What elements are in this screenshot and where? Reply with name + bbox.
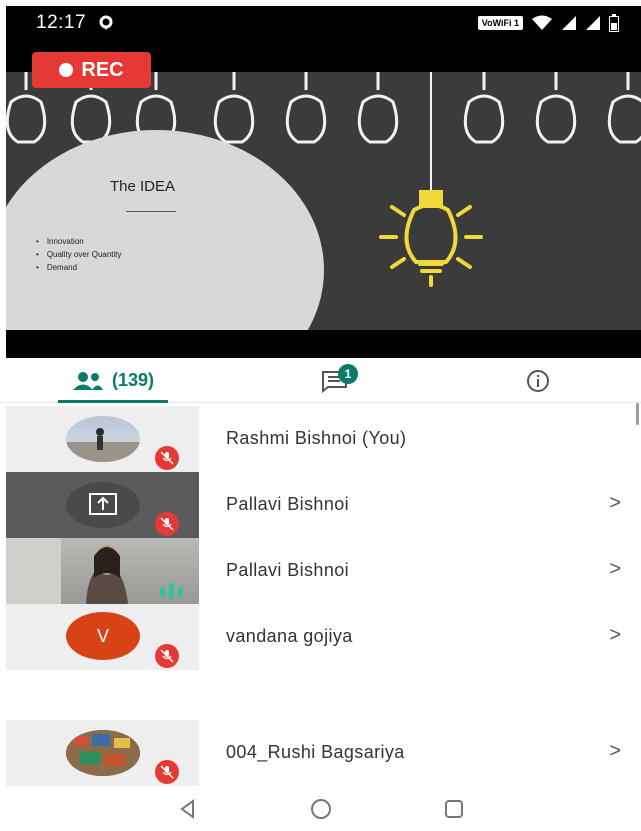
screen-share-icon <box>89 493 117 515</box>
recording-indicator: REC <box>32 52 151 88</box>
participant-name: Pallavi Bishnoi <box>226 494 350 514</box>
participant-row[interactable]: V vandana gojiya > <box>6 604 641 670</box>
participant-list[interactable]: Rashmi Bishnoi (You) Pallavi Bishnoi > P… <box>0 403 641 786</box>
wifi-icon <box>532 15 552 30</box>
status-time: 12:17 <box>36 12 87 33</box>
people-icon <box>72 371 103 390</box>
avatar <box>66 730 140 776</box>
tab-info[interactable] <box>518 358 558 403</box>
chat-unread-badge: 1 <box>338 364 358 384</box>
shared-slide: The IDEA Innovation Quality over Quantit… <box>6 72 641 330</box>
mic-muted-indicator <box>155 446 179 470</box>
info-icon <box>527 369 549 392</box>
avatar <box>66 482 140 528</box>
mic-off-icon <box>160 765 174 779</box>
participant-name: Pallavi Bishnoi <box>226 560 350 580</box>
mic-muted-indicator <box>155 644 179 668</box>
signal-icon-1 <box>562 16 576 30</box>
system-nav-bar <box>0 786 641 831</box>
participant-row[interactable]: 004_Rushi Bagsariya > <box>6 720 641 786</box>
mic-off-icon <box>160 517 174 531</box>
chevron-right-icon[interactable]: > <box>609 740 621 763</box>
home-circle-icon[interactable] <box>309 797 333 821</box>
participant-row[interactable]: Rashmi Bishnoi (You) <box>6 406 641 472</box>
participant-tile: V <box>6 604 199 670</box>
avatar <box>66 416 140 462</box>
participant-count: (139) <box>111 370 155 390</box>
audio-level-icon <box>160 583 183 599</box>
presentation-stage[interactable]: The IDEA Innovation Quality over Quantit… <box>6 40 641 358</box>
chevron-right-icon[interactable]: > <box>609 492 621 515</box>
avatar-photo <box>66 428 140 462</box>
avatar-initial: V <box>66 612 140 660</box>
participant-row[interactable]: Pallavi Bishnoi > <box>6 472 641 538</box>
avatar-photo <box>66 730 140 776</box>
participant-tile <box>6 472 199 538</box>
battery-icon <box>609 14 619 32</box>
slide-title: The IDEA <box>110 178 176 195</box>
slide-bullet: Innovation <box>36 237 122 246</box>
signal-icon-2 <box>586 16 600 30</box>
slide-bullet: Quality over Quantity <box>36 250 122 259</box>
mic-off-icon <box>160 649 174 663</box>
chevron-right-icon[interactable]: > <box>609 558 621 581</box>
participant-name: Rashmi Bishnoi (You) <box>226 428 407 448</box>
rec-label: REC <box>81 58 124 81</box>
vowifi-badge: VoWiFi 1 <box>477 16 523 30</box>
participant-tile <box>6 720 199 786</box>
participant-tile <box>6 406 199 472</box>
slide-divider <box>126 211 176 212</box>
record-dot-icon <box>59 63 74 77</box>
panel-tabs: (139) 1 <box>0 358 641 403</box>
status-icons: VoWiFi 1 <box>477 14 619 32</box>
participant-name: 004_Rushi Bagsariya <box>226 742 405 762</box>
recents-square-icon[interactable] <box>443 798 465 820</box>
slide-bullet: Demand <box>36 263 122 272</box>
participant-row[interactable]: Pallavi Bishnoi > <box>6 538 641 604</box>
status-bar: 12:17 VoWiFi 1 <box>6 6 641 40</box>
tab-chat[interactable]: 1 <box>300 358 370 403</box>
participant-video-tile <box>6 538 199 604</box>
mic-muted-indicator <box>155 512 179 536</box>
mic-off-icon <box>160 451 174 465</box>
participant-name: vandana gojiya <box>226 626 353 646</box>
back-triangle-icon[interactable] <box>177 798 199 820</box>
location-icon <box>99 15 113 30</box>
slide-bullet-list: Innovation Quality over Quantity Demand <box>36 237 122 276</box>
mic-muted-indicator <box>155 760 179 784</box>
list-scrollbar[interactable] <box>636 403 639 425</box>
tab-participants[interactable]: (139) <box>58 358 168 403</box>
chevron-right-icon[interactable]: > <box>609 624 621 647</box>
